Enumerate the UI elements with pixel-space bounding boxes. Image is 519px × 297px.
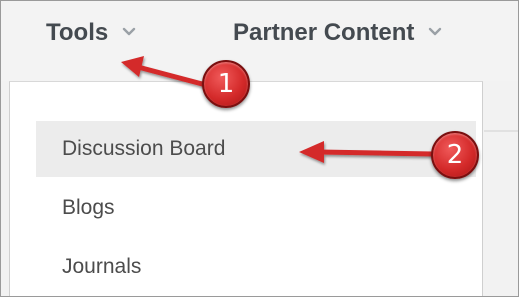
menu-item-label: Journals [62, 255, 142, 278]
menu-item-discussion-board[interactable]: Discussion Board [36, 121, 476, 177]
chevron-down-icon [123, 27, 136, 36]
tools-dropdown-menu: Discussion Board Blogs Journals [9, 81, 483, 296]
menu-item-blogs[interactable]: Blogs [36, 180, 476, 236]
top-menu-bar: Tools Partner Content [1, 1, 518, 81]
annotation-badge-2: 2 [431, 131, 479, 179]
tools-menu[interactable]: Tools [46, 19, 136, 47]
partner-content-menu-label: Partner Content [233, 19, 415, 46]
menu-item-label: Blogs [62, 196, 115, 219]
annotation-badge-1: 1 [202, 60, 250, 108]
screenshot-frame: Tools Partner Content Discussion Board B… [0, 0, 519, 297]
chevron-down-icon [429, 27, 442, 36]
divider [484, 130, 518, 132]
menu-item-label: Discussion Board [62, 137, 226, 160]
partner-content-menu[interactable]: Partner Content [233, 19, 442, 47]
tools-menu-label: Tools [46, 19, 109, 46]
menu-item-journals[interactable]: Journals [36, 239, 476, 295]
